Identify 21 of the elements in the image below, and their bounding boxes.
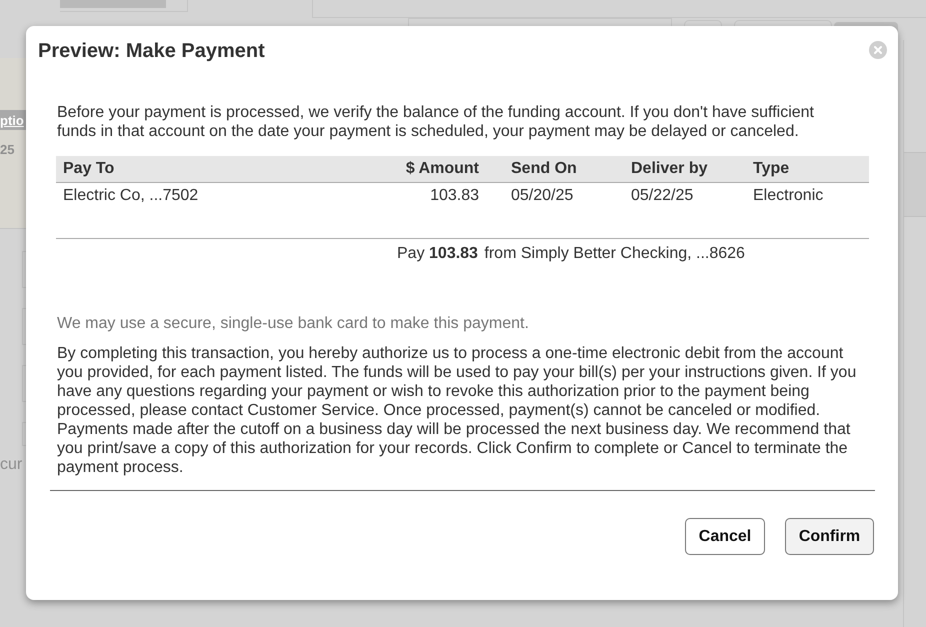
column-header: Type [746, 156, 869, 182]
table-cell: 103.83 [375, 182, 504, 209]
background-label: ptio [0, 112, 24, 128]
table-cell: 05/20/25 [504, 182, 624, 209]
background-text: cur [0, 456, 24, 474]
column-header: Deliver by [624, 156, 746, 182]
table-cell: 05/22/25 [624, 182, 746, 209]
column-header: $ Amount [375, 156, 504, 182]
table-cell: Electric Co, ...7502 [56, 182, 375, 209]
dialog-title: Preview: Make Payment [38, 39, 265, 63]
intro-text: Before your payment is processed, we verify the balance of the funding account. If you don't have sufficient funds in that account on the date your payment is scheduled, your payment may be delayed or canceled. [57, 103, 815, 141]
close-icon[interactable] [869, 41, 887, 59]
table-cell: Electronic [746, 182, 869, 209]
payment-summary: Pay 103.83 from Simply Better Checking, ...8626 [397, 244, 746, 263]
authorization-text: By completing this transaction, you hereby authorize us to process a one-time electronic debit from the account you provided, for each payment listed. The funds will be used to pay your bill(s) per your instructions given. If you have any questions regarding your payment or wish to revoke this authorization prior to the payment being processed, please contact Customer Service. Once processed, payment(s) cannot be canceled or modified. Payments made after the cutoff on a business day will be processed the next business day. We recommend that you print/save a copy of this authorization for your records. Click Confirm to complete or Cancel to terminate the payment process. [57, 344, 858, 477]
cancel-button[interactable]: Cancel [685, 518, 765, 555]
background-text: 25 [0, 142, 16, 157]
column-header: Pay To [56, 156, 375, 182]
card-note: We may use a secure, single-use bank card to make this payment. [57, 314, 530, 333]
confirm-button[interactable]: Confirm [785, 518, 874, 555]
column-header: Send On [504, 156, 624, 182]
